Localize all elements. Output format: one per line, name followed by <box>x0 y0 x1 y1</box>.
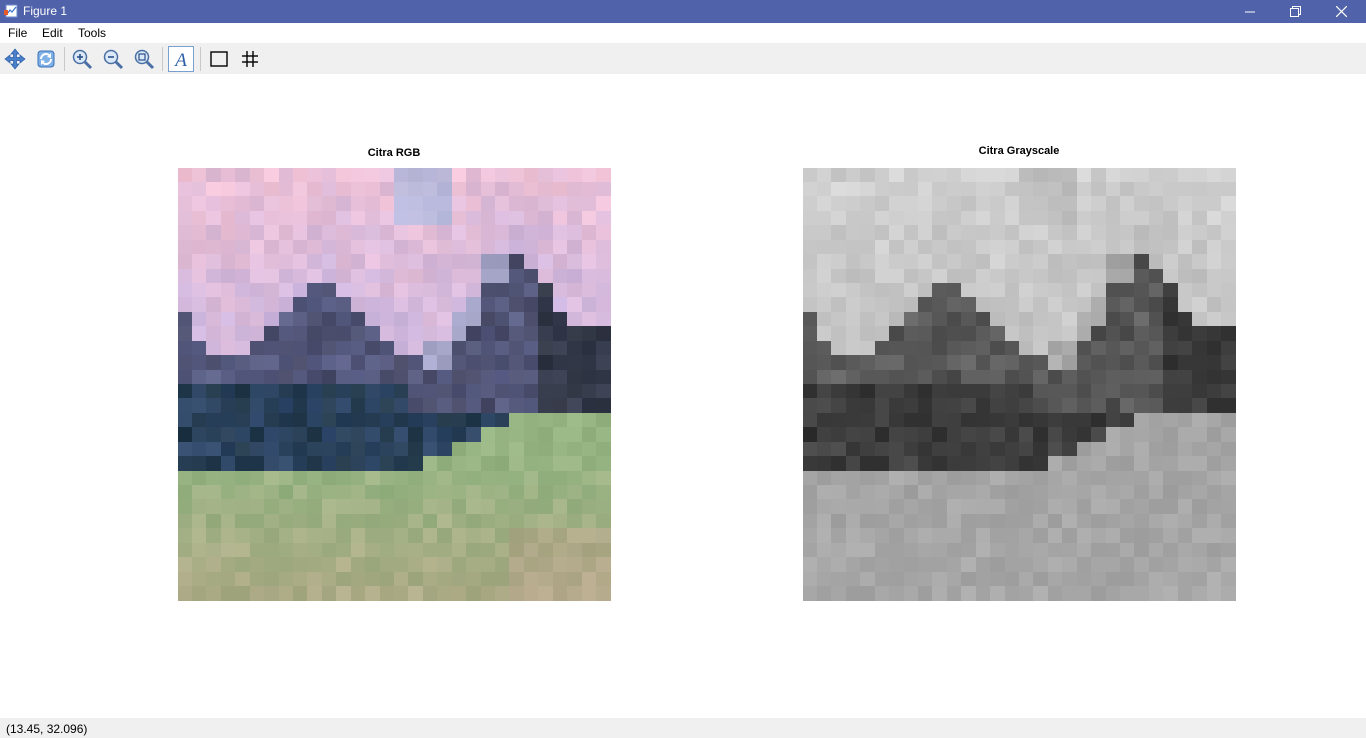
pan-button[interactable] <box>2 46 28 72</box>
box-icon <box>210 51 228 67</box>
box-button[interactable] <box>206 46 232 72</box>
toolbar: A <box>0 43 1366 74</box>
minimize-icon <box>1245 11 1255 12</box>
svg-text:A: A <box>173 50 187 70</box>
restore-icon <box>1289 6 1301 17</box>
close-icon <box>1335 6 1347 17</box>
zoom-fit-button[interactable] <box>131 46 157 72</box>
status-bar: (13.45, 32.096) <box>0 718 1366 738</box>
toolbar-separator <box>162 47 163 71</box>
window-title: Figure 1 <box>23 4 68 18</box>
grid-icon <box>242 51 258 67</box>
text-insert-button[interactable]: A <box>168 46 194 72</box>
rotate-button[interactable] <box>33 46 59 72</box>
app-icon <box>4 4 18 18</box>
zoom-fit-icon <box>134 49 155 70</box>
minimize-button[interactable] <box>1227 0 1273 23</box>
figure-window: Figure 1 File Edit Tools A Citra RGB Cit… <box>0 0 1366 738</box>
grayscale-image[interactable] <box>803 168 1236 601</box>
grid-button[interactable] <box>237 46 263 72</box>
menu-edit[interactable]: Edit <box>42 26 63 40</box>
menu-tools[interactable]: Tools <box>78 26 106 40</box>
zoom-in-icon <box>72 49 93 70</box>
zoom-out-icon <box>103 49 124 70</box>
axes-title-grayscale: Citra Grayscale <box>978 145 1060 157</box>
text-insert-icon: A <box>173 50 187 70</box>
toolbar-separator <box>200 47 201 71</box>
restore-button[interactable] <box>1272 0 1318 23</box>
pan-icon <box>4 48 26 70</box>
menu-bar: File Edit Tools <box>0 23 1366 43</box>
zoom-in-button[interactable] <box>69 46 95 72</box>
zoom-out-button[interactable] <box>100 46 126 72</box>
toolbar-separator <box>64 47 65 71</box>
rotate-icon <box>37 50 55 68</box>
title-bar: Figure 1 <box>0 0 1366 23</box>
coordinate-readout: (13.45, 32.096) <box>6 722 88 736</box>
close-button[interactable] <box>1318 0 1364 23</box>
menu-file[interactable]: File <box>8 26 27 40</box>
rgb-image[interactable] <box>178 168 611 601</box>
axes-title-rgb: Citra RGB <box>367 147 421 159</box>
